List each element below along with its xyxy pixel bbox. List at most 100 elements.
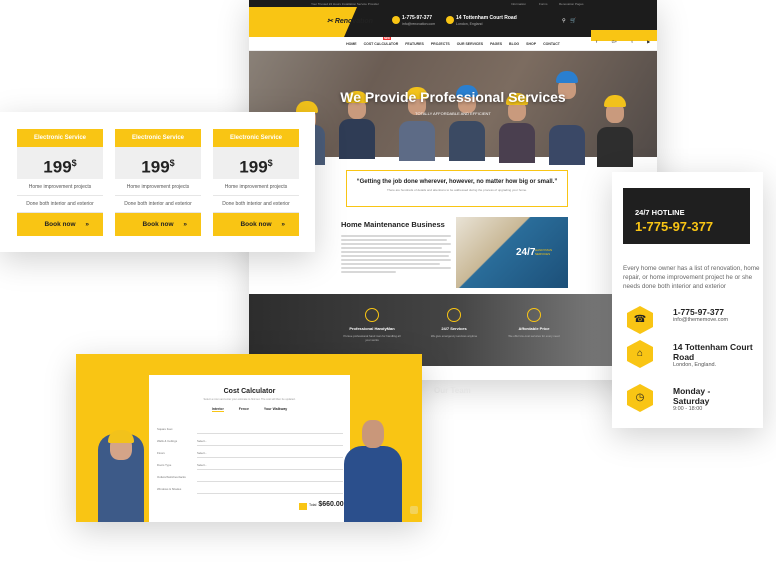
feature-text: We offer low-cost services for every nee… [508,334,560,338]
top-bar-link[interactable]: Information [511,2,526,6]
top-bar-link[interactable]: Renovation Pages [559,2,584,6]
price-currency: $ [169,158,175,168]
walls-select[interactable]: Select... [197,439,343,446]
price-amount: 199$ [115,147,201,179]
tab-fence[interactable]: Fence [239,407,249,411]
twitter-icon[interactable]: t [631,39,632,44]
quote-subtext: There are hundreds of details and attent… [386,188,528,192]
price-card: Electronic Service 199$ Home improvement… [17,129,103,236]
square-feet-input[interactable] [197,427,343,434]
facebook-icon[interactable]: f [596,39,597,44]
scroll-top-button[interactable] [410,506,418,514]
worker-figure [499,123,535,163]
price-feature: Home improvement projects [213,179,299,196]
clock-icon: ◷ [627,384,653,412]
contact-phone: 1-775-97-377 info@thememove.com [673,307,728,324]
contact-hours: Monday - Saturday 9:00 - 18:00 [673,386,743,413]
floors-select[interactable]: Select... [197,451,343,458]
price-card: Electronic Service 199$ Home improvement… [213,129,299,236]
tab-interior[interactable]: Interior [211,407,224,412]
price-card-title: Electronic Service [115,129,201,147]
price-value: 199 [239,157,268,177]
text-line [341,263,440,265]
youtube-icon[interactable]: ▶ [647,39,650,44]
new-badge: NEW [383,37,391,40]
phone-icon [392,16,400,24]
book-now-label: Book now [142,221,174,228]
book-now-button[interactable]: Book now » [17,213,103,236]
calculator-tabs: Interior Fence Your Walkway [149,407,350,412]
contact-time: 9:00 - 18:00 [673,406,703,412]
worker-figure [339,119,375,159]
calculator-title: Cost Calculator [223,388,276,395]
calculator-icon [299,503,307,510]
book-now-label: Book now [240,221,272,228]
nav-cost-calculator[interactable]: COST CALCULATOR [364,42,399,46]
home-maintenance-section: Home Maintenance Business [341,220,451,290]
nav-projects[interactable]: PROJECTS [431,42,450,46]
nav-home[interactable]: HOME [346,42,357,46]
quote-text: “Getting the job done wherever, however,… [356,179,558,185]
calc-row: Floors Select... [157,451,343,459]
calc-row-label: Windows & Shades [157,487,182,491]
contact-address: 14 Tottenham Court Road London, England. [673,342,757,369]
calc-row: Windows & Shades [157,487,343,495]
text-line [341,259,451,261]
top-bar-link[interactable]: Forms [539,2,548,6]
tab-walkway[interactable]: Your Walkway [264,407,287,411]
calc-row: Square Feet [157,427,343,435]
price-feature: Done both interior and exterior [17,196,103,213]
hotline-panel: 24/7 HOTLINE 1-775-97-377 Every home own… [612,172,763,428]
cart-icon[interactable]: 🛒 [570,18,576,24]
outlets-input[interactable] [197,475,343,482]
feature-title: Affordable Price [518,326,550,331]
header-email: info@renovation.com [402,22,436,26]
calc-row-label: Walls & Ceilings [157,439,178,443]
banner-label-2: SERVICES [535,252,551,256]
location-icon [446,16,454,24]
calc-row-label: Doors Type [157,463,172,467]
contact-email[interactable]: info@thememove.com [673,317,728,324]
contact-phone-number[interactable]: 1-775-97-377 [673,307,728,317]
hotline-number[interactable]: 1-775-97-377 [635,219,713,234]
calc-row: Doors Type Select... [157,463,343,471]
nav-contact[interactable]: CONTACT [543,42,560,46]
calculator-form: Cost Calculator Select a room and enter … [149,375,350,522]
text-line [341,235,451,237]
header-address-line2: London, England [456,22,483,26]
contact-days: Monday - Saturday [673,386,711,406]
nav-features[interactable]: FEATURES [405,42,424,46]
price-feature: Home improvement projects [115,179,201,196]
price-card-title: Electronic Service [17,129,103,147]
google-plus-icon[interactable]: G+ [612,39,617,44]
select-placeholder: Select... [197,439,208,443]
nav-shop[interactable]: SHOP [526,42,536,46]
header-address-line1: 14 Tottenham Court Road [456,15,517,21]
nav-blog[interactable]: BLOG [509,42,519,46]
doors-select[interactable]: Select... [197,463,343,470]
worker-figure [344,446,402,522]
price-value: 199 [141,157,170,177]
hotline-description: Every home owner has a list of renovatio… [623,265,760,290]
nav-our-services[interactable]: OUR SERVICES [457,42,483,46]
feature-title: 24/7 Services [441,326,467,331]
calculator-description: Select a room and enter your estimate to… [203,398,296,401]
hard-hat [108,430,134,443]
book-now-button[interactable]: Book now » [115,213,201,236]
hard-hat [556,71,578,83]
site-logo[interactable]: ✂ Renovation [327,17,373,25]
calc-row: Outlets/Switches/Jacks [157,475,343,483]
nav-pages[interactable]: PAGES [490,42,502,46]
book-now-button[interactable]: Book now » [213,213,299,236]
quote-box: “Getting the job done wherever, however,… [346,170,568,207]
text-line [341,243,451,245]
wrench-icon: ✂ [327,18,333,25]
cost-calculator-panel: Cost Calculator Select a room and enter … [76,354,422,522]
select-placeholder: Select... [197,451,208,455]
feature-text: Pursue professional hand man for handlin… [343,334,401,342]
search-icon[interactable]: ⚲ [562,18,566,24]
feature-handyman: Professional HandyMan Pursue professiona… [342,308,402,342]
pricing-panel: Electronic Service 199$ Home improvement… [0,112,315,252]
hotline-label: 24/7 HOTLINE [635,208,685,217]
windows-input[interactable] [197,487,343,494]
